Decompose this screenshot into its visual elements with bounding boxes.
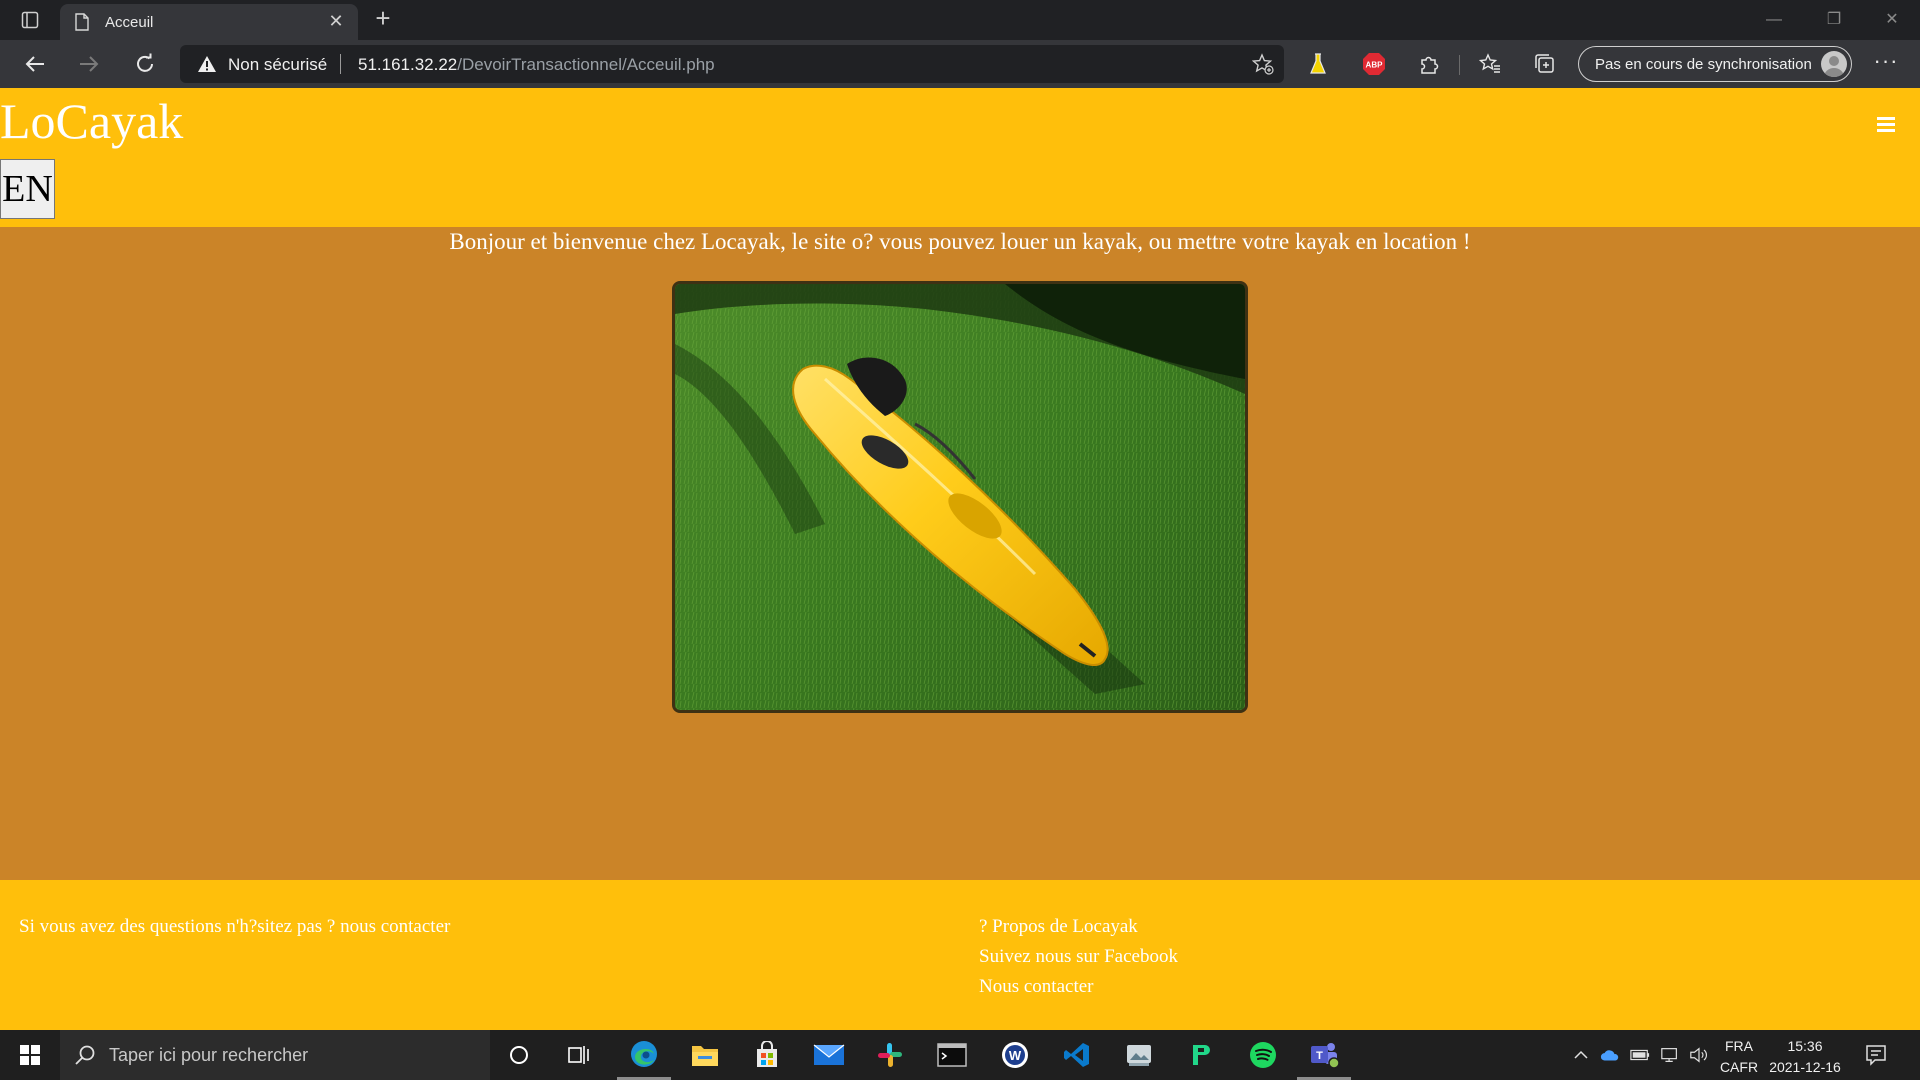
more-options-icon[interactable]: ··· [1870, 50, 1902, 78]
search-placeholder: Taper ici pour rechercher [109, 1045, 309, 1065]
add-favorite-icon[interactable] [1251, 53, 1274, 80]
edge-icon[interactable] [617, 1030, 671, 1080]
keyboard-layout: CAFR [1719, 1059, 1759, 1075]
language-code: FRA [1725, 1038, 1753, 1054]
flask-icon[interactable] [1304, 50, 1332, 78]
new-tab-button[interactable]: + [368, 4, 398, 34]
toolbar-divider [1459, 55, 1460, 75]
windows-taskbar: Taper ici pour rechercher W T FRA CAFR 1… [0, 1030, 1920, 1080]
welcome-message: Bonjour et bienvenue chez Locayak, le si… [449, 229, 1471, 254]
url-text[interactable]: 51.161.32.22/DevoirTransactionnel/Acceui… [358, 55, 715, 75]
volume-icon[interactable] [1689, 1046, 1709, 1064]
close-window-icon[interactable]: ✕ [1864, 0, 1920, 40]
show-hidden-icons-icon[interactable] [1571, 1046, 1591, 1064]
clock-date: 2021-12-16 [1769, 1059, 1841, 1075]
svg-text:T: T [1316, 1050, 1323, 1062]
tab-title: Acceuil [105, 14, 154, 31]
refresh-icon[interactable] [128, 48, 162, 80]
word-icon[interactable]: W [988, 1030, 1042, 1080]
active-tab[interactable]: Acceuil ✕ [60, 4, 358, 40]
footer-link-contact[interactable]: Nous contacter [979, 976, 1178, 1006]
input-language-indicator[interactable]: FRA CAFR [1716, 1036, 1762, 1078]
mail-icon[interactable] [802, 1030, 856, 1080]
clock-time: 15:36 [1787, 1038, 1823, 1054]
back-icon[interactable] [18, 48, 52, 80]
warning-icon[interactable] [197, 55, 217, 78]
task-view-icon[interactable] [552, 1030, 606, 1080]
spotify-icon[interactable] [1236, 1030, 1290, 1080]
file-explorer-icon[interactable] [678, 1030, 732, 1080]
abp-text: ABP [1366, 61, 1384, 70]
adblock-plus-icon[interactable]: ABP [1360, 50, 1388, 78]
web-page: LoCayak EN Bonjour et bienvenue chez Loc… [0, 88, 1920, 1030]
browser-tab-bar: Acceuil ✕ + — ❐ ✕ [0, 0, 1920, 40]
svg-text:W: W [1009, 1048, 1022, 1063]
favorites-icon[interactable] [1476, 50, 1504, 78]
collections-icon[interactable] [1531, 50, 1559, 78]
menu-hamburger-icon[interactable] [1877, 117, 1895, 133]
profile-sync-button[interactable]: Pas en cours de synchronisation [1578, 46, 1852, 82]
page-icon [74, 13, 90, 36]
taskbar-search-box[interactable]: Taper ici pour rechercher [60, 1030, 490, 1080]
extensions-puzzle-icon[interactable] [1415, 50, 1443, 78]
footer-links: ? Propos de Locayak Suivez nous sur Face… [979, 916, 1178, 1006]
pycharm-icon[interactable] [1174, 1030, 1228, 1080]
url-path: /DevoirTransactionnel/Acceuil.php [457, 55, 715, 74]
site-brand[interactable]: LoCayak [0, 92, 183, 150]
footer-contact-text: Si vous avez des questions n'h?sitez pas… [19, 916, 451, 937]
photos-icon[interactable] [1112, 1030, 1166, 1080]
terminal-icon[interactable] [925, 1030, 979, 1080]
onedrive-icon[interactable] [1600, 1046, 1620, 1064]
teams-icon[interactable]: T [1297, 1030, 1351, 1080]
close-tab-icon[interactable]: ✕ [326, 11, 346, 31]
browser-toolbar: Non sécurisé 51.161.32.22/DevoirTransact… [0, 40, 1920, 88]
address-separator [340, 54, 341, 74]
site-footer: Si vous avez des questions n'h?sitez pas… [0, 880, 1920, 1030]
footer-link-about[interactable]: ? Propos de Locayak [979, 916, 1178, 946]
battery-icon[interactable] [1630, 1046, 1650, 1064]
footer-link-facebook[interactable]: Suivez nous sur Facebook [979, 946, 1178, 976]
minimize-icon[interactable]: — [1746, 0, 1802, 40]
site-header: LoCayak EN [0, 88, 1920, 227]
windows-start-icon[interactable] [0, 1030, 60, 1080]
vscode-icon[interactable] [1050, 1030, 1104, 1080]
system-clock[interactable]: 15:36 2021-12-16 [1762, 1036, 1848, 1078]
forward-icon[interactable] [72, 48, 106, 80]
address-bar[interactable]: Non sécurisé 51.161.32.22/DevoirTransact… [180, 45, 1284, 83]
kayak-hero-image [672, 281, 1248, 713]
restore-icon[interactable]: ❐ [1806, 0, 1862, 40]
sync-label: Pas en cours de synchronisation [1595, 56, 1812, 73]
profile-avatar-icon [1821, 51, 1847, 77]
tab-actions-icon[interactable] [14, 7, 46, 33]
cortana-icon[interactable] [492, 1030, 546, 1080]
notification-center-icon[interactable] [1864, 1043, 1888, 1067]
slack-icon[interactable] [863, 1030, 917, 1080]
language-toggle-button[interactable]: EN [0, 159, 55, 219]
network-icon[interactable] [1660, 1046, 1680, 1064]
url-host: 51.161.32.22 [358, 55, 458, 74]
store-icon[interactable] [740, 1030, 794, 1080]
search-icon [74, 1044, 96, 1071]
not-secure-label[interactable]: Non sécurisé [228, 55, 327, 75]
